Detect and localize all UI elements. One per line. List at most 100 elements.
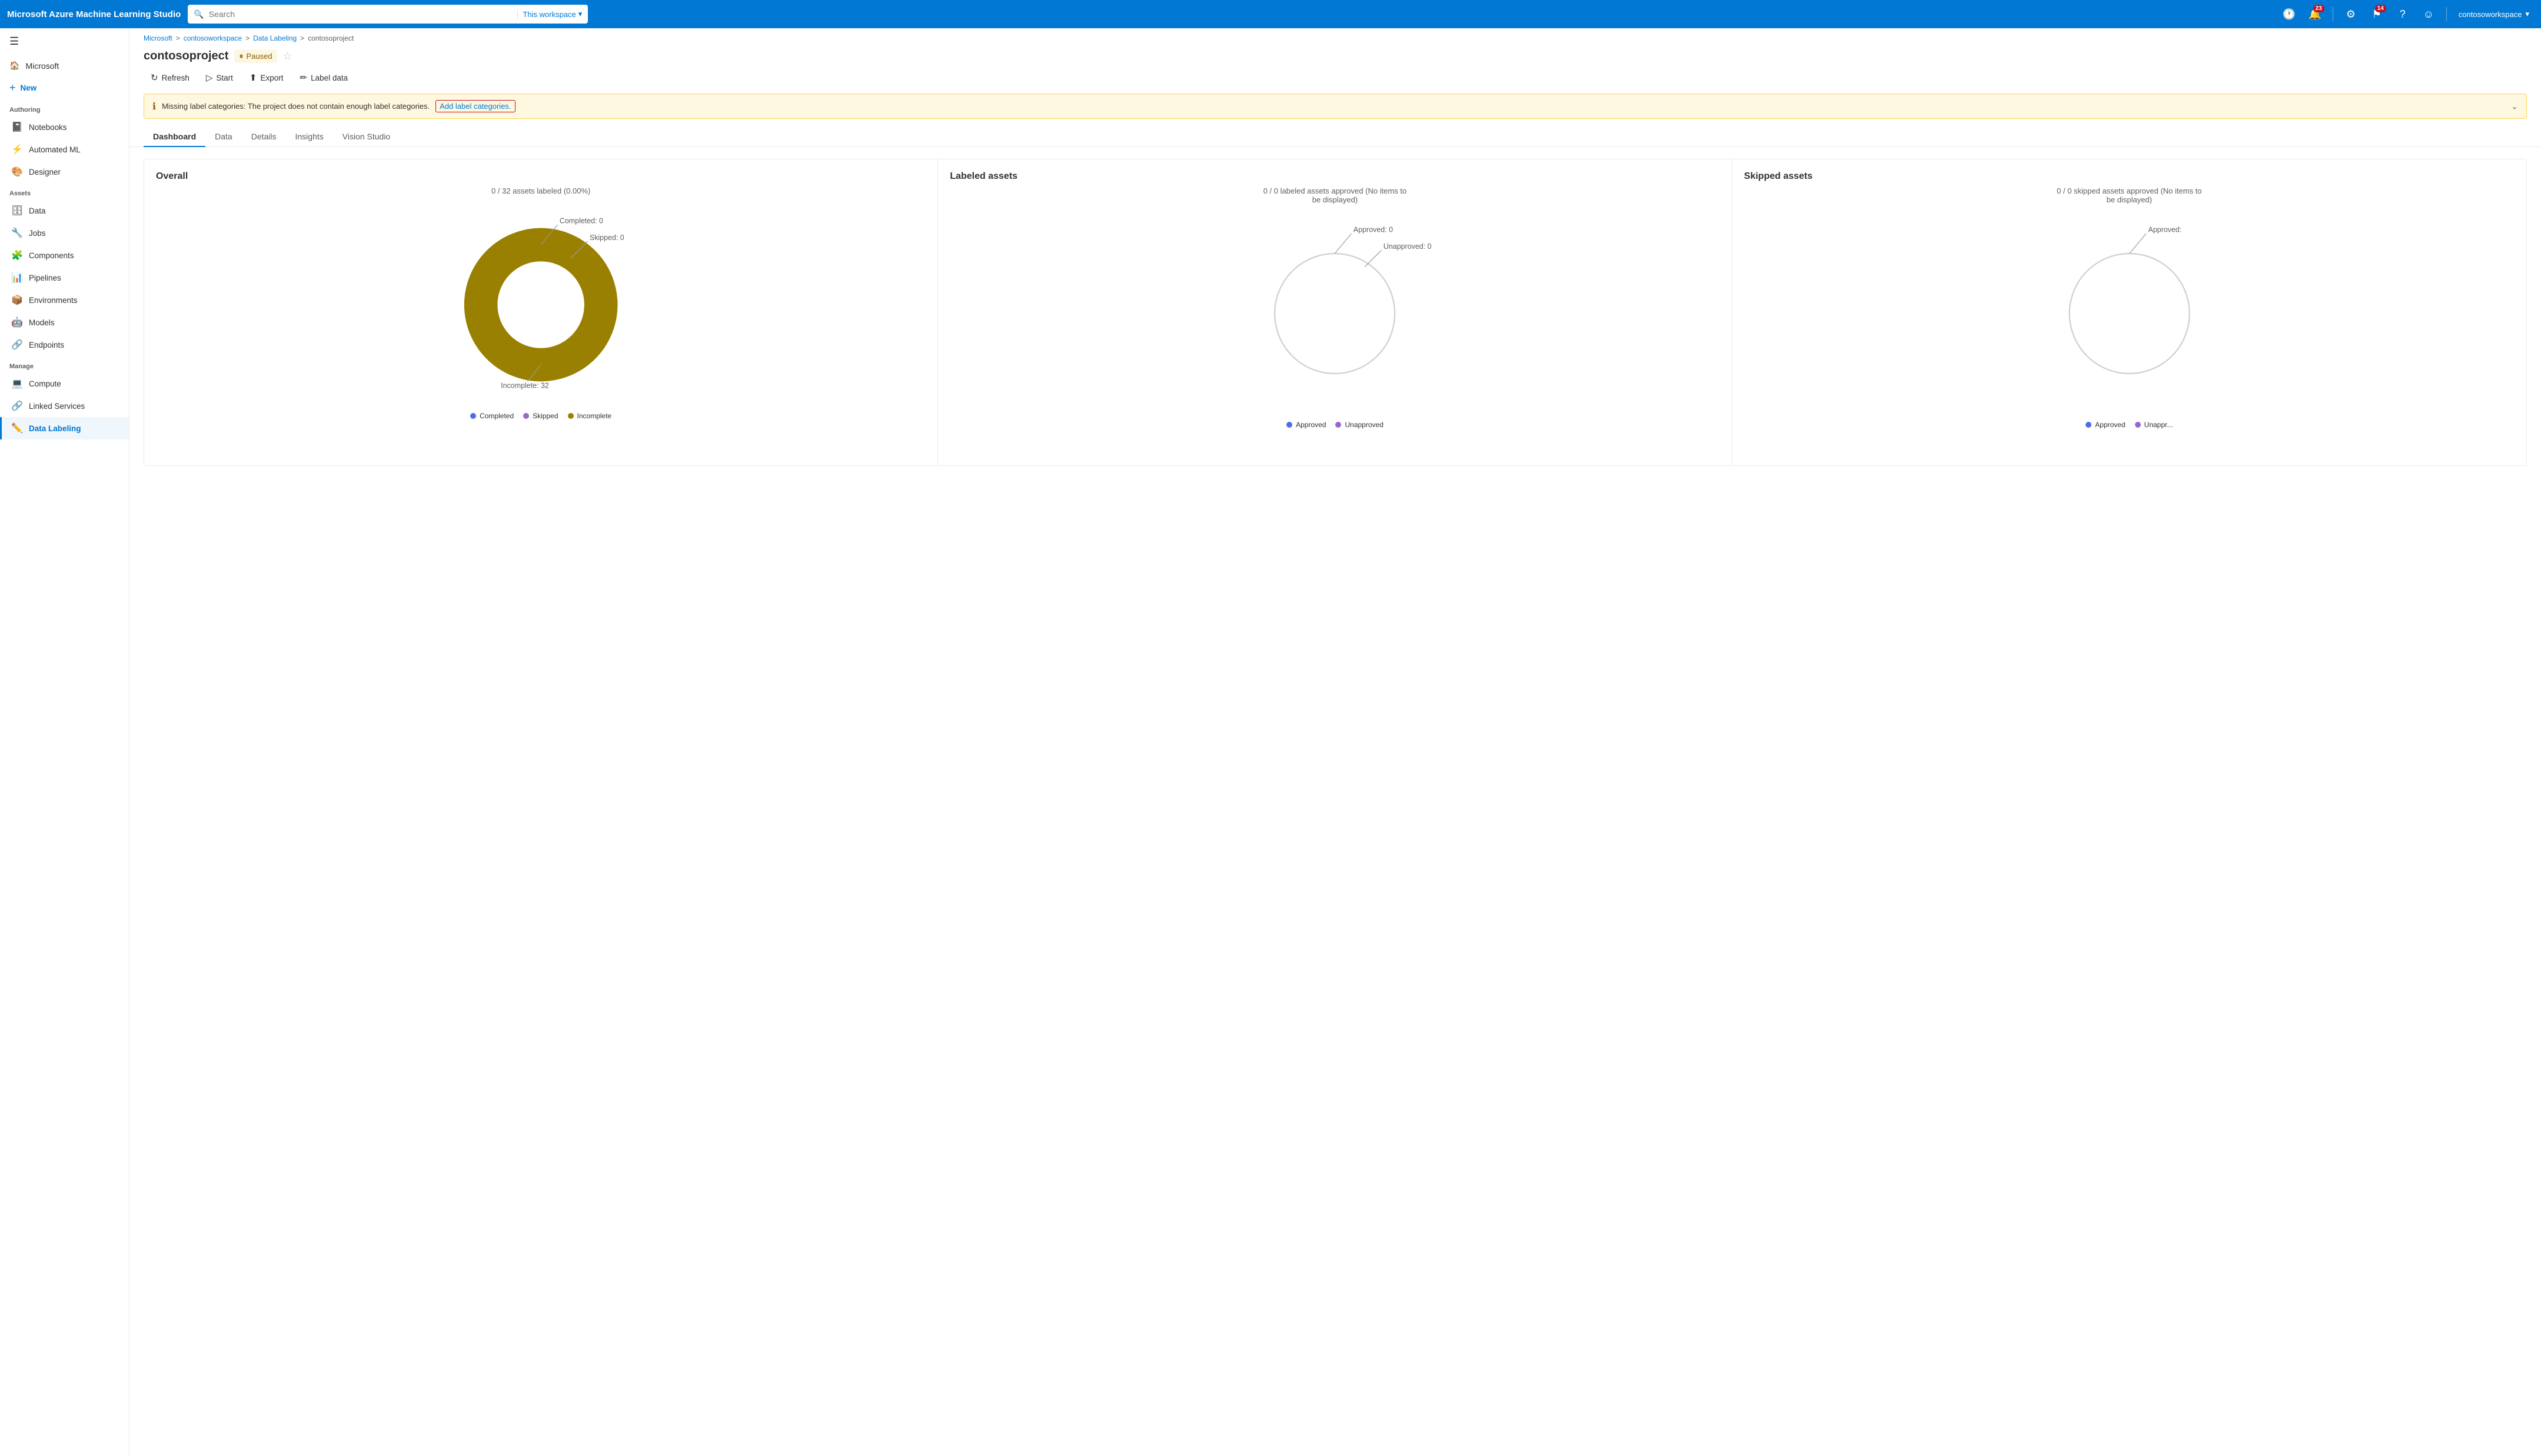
breadcrumb-workspace[interactable]: contosoworkspace xyxy=(184,34,242,42)
divider2 xyxy=(2446,7,2447,21)
pause-icon: ⏸ xyxy=(239,51,243,61)
tab-dashboard[interactable]: Dashboard xyxy=(144,127,205,147)
app-brand: Microsoft Azure Machine Learning Studio xyxy=(7,9,181,19)
tab-insights[interactable]: Insights xyxy=(286,127,333,147)
legend-skipped-label: Skipped xyxy=(533,412,558,420)
legend-unapproved: Unapproved xyxy=(1335,421,1383,429)
user-menu[interactable]: contosoworkspace ▾ xyxy=(2454,7,2534,21)
components-icon: 🧩 xyxy=(11,249,23,261)
skipped-approved-label-text: Approved: xyxy=(2148,226,2181,234)
approved-label-text: Approved: 0 xyxy=(1353,226,1393,234)
sidebar-item-endpoints[interactable]: 🔗 Endpoints xyxy=(0,334,129,356)
tab-vision-studio[interactable]: Vision Studio xyxy=(333,127,400,147)
sidebar-item-data-labeling[interactable]: ✏️ Data Labeling xyxy=(0,417,129,439)
start-button[interactable]: ▷ Start xyxy=(199,69,240,86)
label-data-label: Label data xyxy=(311,74,348,82)
designer-icon: 🎨 xyxy=(11,166,23,178)
sidebar-item-compute[interactable]: 💻 Compute xyxy=(0,372,129,395)
data-icon: 🗄 xyxy=(11,205,23,216)
sidebar-item-jobs[interactable]: 🔧 Jobs xyxy=(0,222,129,244)
add-label-categories-link[interactable]: Add label categories. xyxy=(435,100,515,112)
sidebar-item-label: Data xyxy=(29,206,46,215)
dashboard-grid: Overall 0 / 32 assets labeled (0.00%) xyxy=(144,159,2527,466)
models-icon: 🤖 xyxy=(11,316,23,328)
breadcrumb-sep2: > xyxy=(245,34,250,42)
labeled-assets-chart: Approved: 0 Unapproved: 0 Approved xyxy=(950,214,1720,429)
sidebar-item-components[interactable]: 🧩 Components xyxy=(0,244,129,266)
sidebar-item-notebooks[interactable]: 📓 Notebooks xyxy=(0,116,129,138)
endpoints-icon: 🔗 xyxy=(11,339,23,351)
notebooks-icon: 📓 xyxy=(11,121,23,133)
legend-incomplete: Incomplete xyxy=(568,412,612,420)
skipped-assets-title: Skipped assets xyxy=(1744,171,2515,182)
feedback-button[interactable]: ☺ xyxy=(2418,4,2439,25)
legend-unapproved-label: Unapproved xyxy=(1345,421,1383,429)
history-button[interactable]: 🕐 xyxy=(2279,4,2300,25)
legend-skipped-approved-label: Approved xyxy=(2095,421,2125,429)
plus-icon: + xyxy=(9,82,16,94)
status-label: Paused xyxy=(246,52,272,61)
skipped-approved-dot xyxy=(2086,422,2091,428)
search-workspace-selector[interactable]: This workspace ▾ xyxy=(517,9,582,19)
dashboard-content: Overall 0 / 32 assets labeled (0.00%) xyxy=(129,147,2541,1456)
labeled-legend: Approved Unapproved xyxy=(1286,421,1383,429)
labeled-assets-subtitle: 0 / 0 labeled assets approved (No items … xyxy=(1258,186,1411,204)
app-layout: ☰ 🏠 Microsoft + New Authoring 📓 Notebook… xyxy=(0,28,2541,1456)
help-button[interactable]: ? xyxy=(2392,4,2413,25)
assets-section-label: Assets xyxy=(0,183,129,199)
skipped-label-text: Skipped: 0 xyxy=(590,234,624,242)
smile-icon: ☺ xyxy=(2423,8,2434,21)
export-button[interactable]: ⬆ Export xyxy=(242,69,291,86)
label-data-button[interactable]: ✏ Label data xyxy=(293,69,355,86)
search-input[interactable] xyxy=(209,9,513,19)
hamburger-button[interactable]: ☰ xyxy=(0,28,129,55)
incomplete-label-text: Incomplete: 32 xyxy=(501,382,549,390)
tab-details[interactable]: Details xyxy=(242,127,286,147)
sidebar-item-label: Jobs xyxy=(29,229,46,238)
question-icon: ? xyxy=(2400,8,2406,21)
sidebar-item-label: Notebooks xyxy=(29,123,67,132)
sidebar-item-designer[interactable]: 🎨 Designer xyxy=(0,161,129,183)
sidebar-item-automated-ml[interactable]: ⚡ Automated ML xyxy=(0,138,129,161)
skipped-donut-svg: Approved: xyxy=(1744,214,2515,414)
user-name: contosoworkspace xyxy=(2459,10,2522,19)
updates-button[interactable]: ⚑ 14 xyxy=(2366,4,2387,25)
favorite-star[interactable]: ☆ xyxy=(283,50,292,62)
search-bar[interactable]: 🔍 This workspace ▾ xyxy=(188,5,588,24)
sidebar-item-models[interactable]: 🤖 Models xyxy=(0,311,129,334)
breadcrumb: Microsoft > contosoworkspace > Data Labe… xyxy=(129,28,2541,45)
status-badge: ⏸ Paused xyxy=(234,49,277,63)
history-icon: 🕐 xyxy=(2283,8,2296,21)
sidebar-item-microsoft[interactable]: 🏠 Microsoft xyxy=(0,55,129,76)
environments-icon: 📦 xyxy=(11,294,23,306)
warning-collapse-icon[interactable]: ⌄ xyxy=(2511,101,2518,111)
sidebar-item-environments[interactable]: 📦 Environments xyxy=(0,289,129,311)
settings-button[interactable]: ⚙ xyxy=(2340,4,2362,25)
completed-label-text: Completed: 0 xyxy=(560,217,603,225)
sidebar-item-data[interactable]: 🗄 Data xyxy=(0,199,129,222)
sidebar: ☰ 🏠 Microsoft + New Authoring 📓 Notebook… xyxy=(0,28,129,1456)
automated-ml-icon: ⚡ xyxy=(11,144,23,155)
refresh-icon: ↻ xyxy=(151,72,158,83)
legend-approved: Approved xyxy=(1286,421,1326,429)
page-header: contosoproject ⏸ Paused ☆ xyxy=(129,45,2541,63)
manage-section-label: Manage xyxy=(0,356,129,372)
breadcrumb-microsoft[interactable]: Microsoft xyxy=(144,34,172,42)
notifications-button[interactable]: 🔔 23 xyxy=(2304,4,2326,25)
refresh-label: Refresh xyxy=(162,74,189,82)
legend-approved-label: Approved xyxy=(1296,421,1326,429)
tab-data[interactable]: Data xyxy=(205,127,242,147)
sidebar-item-label: Data Labeling xyxy=(29,424,81,433)
topbar-actions: 🕐 🔔 23 ⚙ ⚑ 14 ? ☺ contosoworkspace ▾ xyxy=(2279,4,2534,25)
sidebar-item-linked-services[interactable]: 🔗 Linked Services xyxy=(0,395,129,417)
sidebar-item-label: Endpoints xyxy=(29,341,64,349)
new-button[interactable]: + New xyxy=(0,76,129,99)
breadcrumb-data-labeling[interactable]: Data Labeling xyxy=(253,34,297,42)
refresh-button[interactable]: ↻ Refresh xyxy=(144,69,197,86)
completed-dot xyxy=(470,413,476,419)
warning-message: Missing label categories: The project do… xyxy=(162,102,430,111)
legend-skipped-approved: Approved xyxy=(2086,421,2125,429)
skipped-unapproved-dot xyxy=(2135,422,2141,428)
sidebar-item-label: Environments xyxy=(29,296,78,305)
sidebar-item-pipelines[interactable]: 📊 Pipelines xyxy=(0,266,129,289)
